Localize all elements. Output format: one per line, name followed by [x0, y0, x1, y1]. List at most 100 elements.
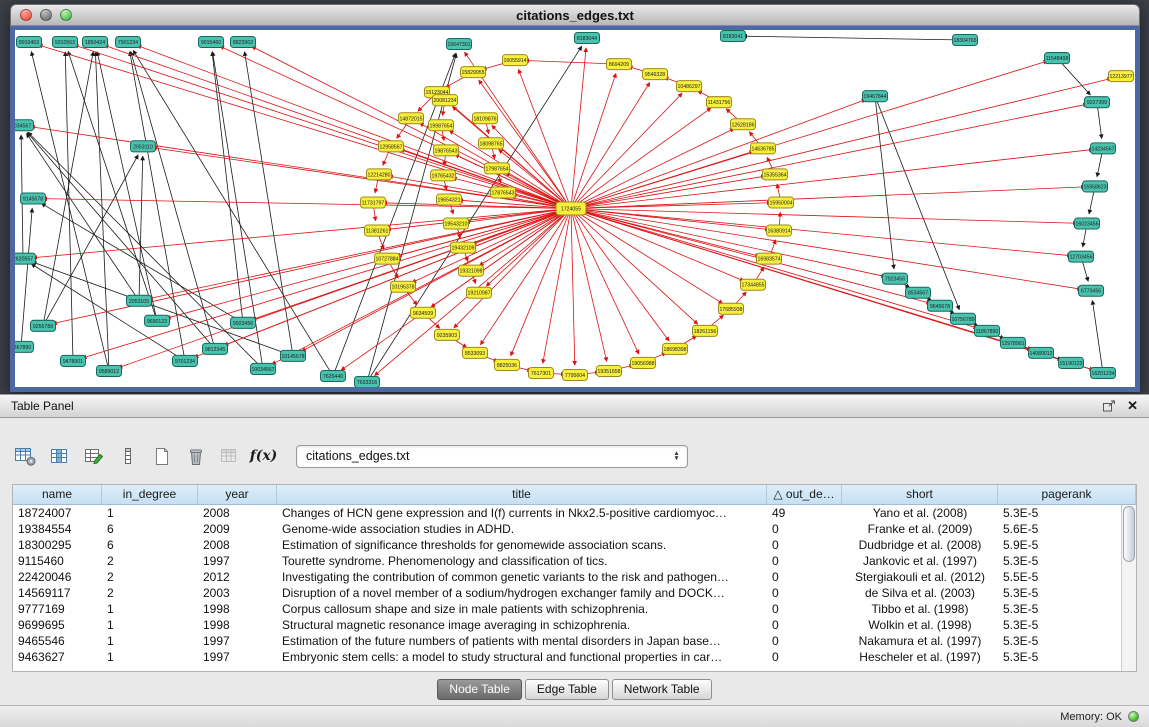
graph-node[interactable]: 10756789 [951, 313, 976, 324]
graph-node[interactable]: 7617301 [529, 367, 554, 378]
table-row[interactable]: 1938455462009Genome-wide association stu… [13, 521, 1121, 537]
close-panel-icon[interactable]: ✕ [1127, 398, 1138, 414]
graph-node[interactable]: 19210987 [467, 287, 492, 298]
graph-node[interactable]: 9589012 [97, 365, 122, 376]
graph-node[interactable]: 17987654 [485, 163, 510, 174]
graph-node[interactable]: 9145678 [21, 193, 46, 204]
graph-node[interactable]: 9478901 [61, 355, 86, 366]
table-row[interactable]: 969969511998Structural magnetic resonanc… [13, 617, 1121, 633]
graph-node[interactable]: 9235903 [435, 329, 460, 340]
graph-node[interactable]: 11548498 [1045, 53, 1070, 64]
graph-node[interactable]: 12214280 [367, 169, 392, 180]
graph-node[interactable]: 11731797 [361, 197, 386, 208]
graph-node[interactable]: 12703456 [1069, 251, 1094, 262]
tab-edge-table[interactable]: Edge Table [525, 679, 609, 700]
graph-node[interactable]: 8910463 [17, 37, 42, 48]
graph-node[interactable]: 19654321 [437, 194, 462, 205]
graph-node[interactable]: 17344855 [741, 279, 766, 290]
graph-node[interactable]: 11381261 [365, 225, 390, 236]
graph-node[interactable]: 18109876 [473, 113, 498, 124]
graph-node[interactable]: 19765432 [431, 170, 456, 181]
graph-node[interactable]: 9256789 [31, 320, 56, 331]
graph-node[interactable]: 18098765 [479, 138, 504, 149]
graph-node[interactable]: 19987654 [429, 120, 454, 131]
graph-node[interactable]: 9546328 [643, 69, 668, 80]
graph-node[interactable]: 14636785 [751, 143, 776, 154]
graph-node[interactable]: 2620557 [15, 253, 36, 264]
graph-node[interactable]: 12213977 [1109, 71, 1134, 82]
graph-node[interactable]: 7795604 [563, 369, 588, 380]
graph-node[interactable]: 8183044 [575, 33, 600, 44]
window-titlebar[interactable]: citations_edges.txt [10, 4, 1140, 26]
column-header[interactable]: △ out_de… [767, 485, 842, 504]
table-scrollbar[interactable] [1121, 505, 1136, 671]
delete-table-button[interactable] [182, 443, 209, 469]
import-table-button[interactable] [216, 443, 243, 469]
graph-node[interactable]: 17685938 [719, 303, 744, 314]
function-builder-button[interactable]: f(x) [250, 443, 277, 469]
new-file-button[interactable] [148, 443, 175, 469]
graph-node[interactable]: 15355364 [763, 169, 788, 180]
graph-node[interactable]: 11867890 [975, 325, 1000, 336]
graph-node[interactable]: 9634509 [411, 307, 436, 318]
graph-node[interactable]: 9367890 [15, 341, 34, 352]
graph-node[interactable]: 9812345 [203, 343, 228, 354]
graph-node[interactable]: 9034567 [15, 120, 34, 131]
graph-node[interactable]: 6773456 [1079, 285, 1104, 296]
graph-node[interactable]: 9645678 [928, 300, 953, 311]
scrollbar-thumb[interactable] [1123, 506, 1135, 562]
graph-node[interactable]: 8694209 [607, 59, 632, 70]
table-row[interactable]: 911546021997Tourette syndrome. Phenomeno… [13, 553, 1121, 569]
graph-node[interactable]: 12628186 [731, 119, 756, 130]
graph-node[interactable]: 15647301 [447, 39, 472, 50]
float-panel-icon[interactable] [1103, 400, 1116, 412]
graph-node[interactable]: 15829955 [461, 67, 486, 78]
tab-network-table[interactable]: Network Table [612, 679, 712, 700]
graph-node[interactable]: 19351658 [597, 365, 622, 376]
graph-node[interactable]: 7923456 [883, 273, 908, 284]
table-row[interactable]: 977716911998Corpus callosum shape and si… [13, 601, 1121, 617]
graph-node[interactable]: 19432109 [451, 242, 476, 253]
graph-node[interactable]: 18304765 [953, 35, 978, 46]
table-row[interactable]: 946362711997Embryonic stem cells: a mode… [13, 649, 1121, 665]
graph-node[interactable]: 1850424 [83, 37, 108, 48]
graph-node[interactable]: 18261156 [693, 325, 718, 336]
graph-node[interactable]: 15190123 [1059, 357, 1084, 368]
graph-node[interactable]: 12978901 [1001, 337, 1026, 348]
tab-node-table[interactable]: Node Table [437, 679, 522, 700]
column-header[interactable]: year [198, 485, 277, 504]
graph-node[interactable]: 19467844 [863, 91, 888, 102]
graph-node[interactable]: 9690123 [145, 315, 170, 326]
graph-node[interactable]: 9701234 [173, 355, 198, 366]
graph-node[interactable]: 8534567 [906, 287, 931, 298]
graph-node[interactable]: 10034567 [251, 363, 276, 374]
graph-node[interactable]: 7901234 [116, 37, 141, 48]
graph-node[interactable]: 14234567 [1091, 143, 1116, 154]
graph-node[interactable]: 19543210 [444, 218, 469, 229]
table-settings-button[interactable] [12, 443, 39, 469]
graph-node[interactable]: 2053105 [127, 295, 152, 306]
column-button[interactable] [114, 443, 141, 469]
close-window-button[interactable] [20, 9, 32, 21]
table-row[interactable]: 946554611997Estimation of the future num… [13, 633, 1121, 649]
table-row[interactable]: 2242004622012Investigating the contribut… [13, 569, 1121, 585]
graph-node[interactable]: 16023456 [1075, 218, 1100, 229]
graph-node[interactable]: 9923456 [231, 317, 256, 328]
graph-node[interactable]: 15958623 [1083, 181, 1108, 192]
show-column-button[interactable] [46, 443, 73, 469]
column-header[interactable]: title [277, 485, 767, 504]
graph-node[interactable]: 9227399 [1085, 97, 1110, 108]
graph-node[interactable]: 10727884 [375, 253, 400, 264]
column-header[interactable]: short [842, 485, 998, 504]
graph-node[interactable]: 16380914 [767, 225, 792, 236]
graph-node[interactable]: 9015460 [199, 37, 224, 48]
graph-node[interactable]: 10196378 [391, 281, 416, 292]
graph-node[interactable]: 7625440 [321, 370, 346, 381]
column-header[interactable]: in_degree [102, 485, 198, 504]
graph-node[interactable]: 20081234 [433, 95, 458, 106]
graph-node[interactable]: 8183041 [721, 31, 746, 42]
zoom-window-button[interactable] [60, 9, 72, 21]
edit-values-button[interactable] [80, 443, 107, 469]
graph-node[interactable]: 8533093 [463, 347, 488, 358]
graph-node[interactable]: 11431756 [707, 97, 732, 108]
